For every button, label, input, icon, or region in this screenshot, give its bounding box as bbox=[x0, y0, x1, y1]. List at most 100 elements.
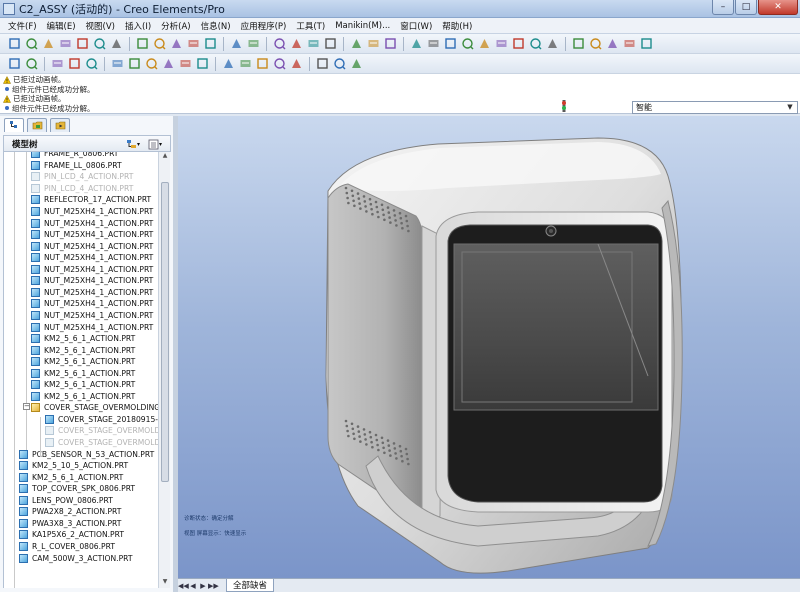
hole-button[interactable] bbox=[145, 57, 159, 71]
email-button[interactable] bbox=[204, 37, 218, 51]
tree-item[interactable]: NUT_M25XH4_1_ACTION.PRT bbox=[31, 264, 153, 276]
tree-item[interactable]: NUT_M25XH4_1_ACTION.PRT bbox=[31, 287, 153, 299]
model-window-tab[interactable]: 全部缺省 bbox=[226, 579, 275, 592]
csys-display-button[interactable] bbox=[25, 57, 39, 71]
undo-button[interactable] bbox=[230, 37, 244, 51]
regenerate-button[interactable] bbox=[350, 37, 364, 51]
tree-item[interactable]: NUT_M25XH4_1_ACTION.PRT bbox=[31, 206, 153, 218]
menu-item-8[interactable]: Manikin(M)... bbox=[330, 21, 395, 31]
prev-tab-button[interactable]: ◀ bbox=[188, 582, 198, 590]
merge-button[interactable] bbox=[256, 57, 270, 71]
zoom-out-button[interactable] bbox=[478, 37, 492, 51]
zoom-in-button[interactable] bbox=[461, 37, 475, 51]
menu-item-9[interactable]: 窗口(W) bbox=[395, 20, 437, 32]
tree-item[interactable]: KM2_5_6_1_ACTION.PRT bbox=[31, 356, 135, 368]
saved-views-button[interactable] bbox=[529, 37, 543, 51]
pattern-button[interactable] bbox=[222, 57, 236, 71]
chamfer-button[interactable] bbox=[128, 57, 142, 71]
explode-button[interactable] bbox=[85, 57, 99, 71]
tab-folder-browser[interactable] bbox=[27, 118, 47, 132]
paste-button[interactable] bbox=[307, 37, 321, 51]
analysis-button[interactable] bbox=[110, 37, 124, 51]
tree-item[interactable]: COVER_STAGE_OVERMOLDING bbox=[45, 437, 158, 449]
draft-button[interactable] bbox=[162, 57, 176, 71]
tree-item[interactable]: KM2_5_6_1_ACTION.PRT bbox=[31, 379, 135, 391]
menu-item-7[interactable]: 工具(T) bbox=[291, 20, 330, 32]
axis-button[interactable] bbox=[42, 37, 56, 51]
reorient-button[interactable] bbox=[512, 37, 526, 51]
scroll-down-icon[interactable]: ▼ bbox=[159, 578, 171, 588]
tree-item[interactable]: KM2_5_6_1_ACTION.PRT bbox=[31, 367, 135, 379]
tree-item[interactable]: PIN_LCD_4_ACTION.PRT bbox=[31, 183, 133, 195]
tree-item[interactable]: FRAME_R_0806.PRT bbox=[31, 152, 118, 160]
tree-item[interactable]: NUT_M25XH4_1_ACTION.PRT bbox=[31, 240, 153, 252]
maximize-button[interactable]: □ bbox=[735, 0, 757, 15]
tree-item[interactable]: NUT_M25XH4_1_ACTION.PRT bbox=[31, 252, 153, 264]
open-file-button[interactable] bbox=[153, 37, 167, 51]
scrollbar-thumb[interactable] bbox=[161, 182, 169, 482]
tree-item[interactable]: NUT_M25XH4_1_ACTION.PRT bbox=[31, 229, 153, 241]
layers-button[interactable] bbox=[546, 37, 560, 51]
paste-special-button[interactable] bbox=[324, 37, 338, 51]
plane-button[interactable] bbox=[25, 37, 39, 51]
last-tab-button[interactable]: ▶▶ bbox=[208, 582, 219, 590]
select-box-button[interactable] bbox=[384, 37, 398, 51]
model-tree-scrollbar[interactable]: ▲ ▼ bbox=[158, 152, 170, 588]
menu-item-3[interactable]: 插入(I) bbox=[120, 20, 156, 32]
orient-button[interactable] bbox=[444, 37, 458, 51]
curve-button[interactable] bbox=[59, 37, 73, 51]
tree-item[interactable]: KM2_5_6_1_ACTION.PRT bbox=[31, 344, 135, 356]
tree-item[interactable]: NUT_M25XH4_1_ACTION.PRT bbox=[31, 321, 153, 333]
round-button[interactable] bbox=[111, 57, 125, 71]
datum-display-button[interactable] bbox=[8, 57, 22, 71]
print-button[interactable] bbox=[187, 37, 201, 51]
tree-item[interactable]: KM2_5_6_1_ACTION.PRT bbox=[31, 333, 135, 345]
tree-show-button[interactable]: ▾ bbox=[148, 138, 166, 150]
menu-item-4[interactable]: 分析(A) bbox=[156, 20, 195, 32]
menu-item-6[interactable]: 应用程序(P) bbox=[236, 20, 292, 32]
tree-item[interactable]: NUT_M25XH4_1_ACTION.PRT bbox=[31, 275, 153, 287]
collapse-toggle-icon[interactable]: − bbox=[23, 403, 30, 411]
menu-item-5[interactable]: 信息(N) bbox=[196, 20, 236, 32]
wireframe-button[interactable] bbox=[572, 37, 586, 51]
point-button[interactable] bbox=[76, 37, 90, 51]
shading-button[interactable] bbox=[623, 37, 637, 51]
tree-item[interactable]: PWA3X8_3_ACTION.PRT bbox=[19, 518, 121, 530]
tree-item[interactable]: COVER_STAGE_OVERMOLDING bbox=[45, 425, 158, 437]
tree-item[interactable]: FRAME_LL_0806.PRT bbox=[31, 160, 122, 172]
redo-button[interactable] bbox=[247, 37, 261, 51]
csys-button[interactable] bbox=[93, 37, 107, 51]
tree-item[interactable]: KM2_5_10_5_ACTION.PRT bbox=[19, 460, 128, 472]
hidden-line-button[interactable] bbox=[589, 37, 603, 51]
no-hidden-button[interactable] bbox=[606, 37, 620, 51]
next-tab-button[interactable]: ▶ bbox=[198, 582, 208, 590]
shell-button[interactable] bbox=[179, 57, 193, 71]
offset-button[interactable] bbox=[316, 57, 330, 71]
tree-item[interactable]: R_L_COVER_0806.PRT bbox=[19, 541, 115, 553]
assemble-button[interactable] bbox=[51, 57, 65, 71]
close-button[interactable]: ✕ bbox=[758, 0, 798, 15]
cut-button[interactable] bbox=[273, 37, 287, 51]
tree-item[interactable]: LENS_POW_0806.PRT bbox=[19, 495, 113, 507]
mirror-button[interactable] bbox=[239, 57, 253, 71]
menu-item-1[interactable]: 编辑(E) bbox=[42, 20, 81, 32]
extend-button[interactable] bbox=[290, 57, 304, 71]
minimize-button[interactable]: – bbox=[712, 0, 734, 15]
menu-item-2[interactable]: 视图(V) bbox=[81, 20, 120, 32]
repaint-button[interactable] bbox=[410, 37, 424, 51]
spin-center-button[interactable] bbox=[427, 37, 441, 51]
tree-item[interactable]: KA1P5X6_2_ACTION.PRT bbox=[19, 529, 124, 541]
tree-item[interactable]: KM2_5_6_1_ACTION.PRT bbox=[31, 391, 135, 403]
find-button[interactable] bbox=[367, 37, 381, 51]
tree-item[interactable]: COVER_STAGE_20180915-1.PR bbox=[45, 414, 158, 426]
tree-item[interactable]: NUT_M25XH4_1_ACTION.PRT bbox=[31, 310, 153, 322]
refit-button[interactable] bbox=[495, 37, 509, 51]
rib-button[interactable] bbox=[196, 57, 210, 71]
tree-settings-button[interactable]: ▾ bbox=[126, 138, 144, 150]
scroll-up-icon[interactable]: ▲ bbox=[159, 152, 171, 162]
thicken-button[interactable] bbox=[333, 57, 347, 71]
tree-item[interactable]: KM2_5_6_1_ACTION.PRT bbox=[19, 471, 123, 483]
tree-item[interactable]: REFLECTOR_17_ACTION.PRT bbox=[31, 194, 151, 206]
new-file-button[interactable] bbox=[136, 37, 150, 51]
menu-item-0[interactable]: 文件(F) bbox=[3, 20, 42, 32]
